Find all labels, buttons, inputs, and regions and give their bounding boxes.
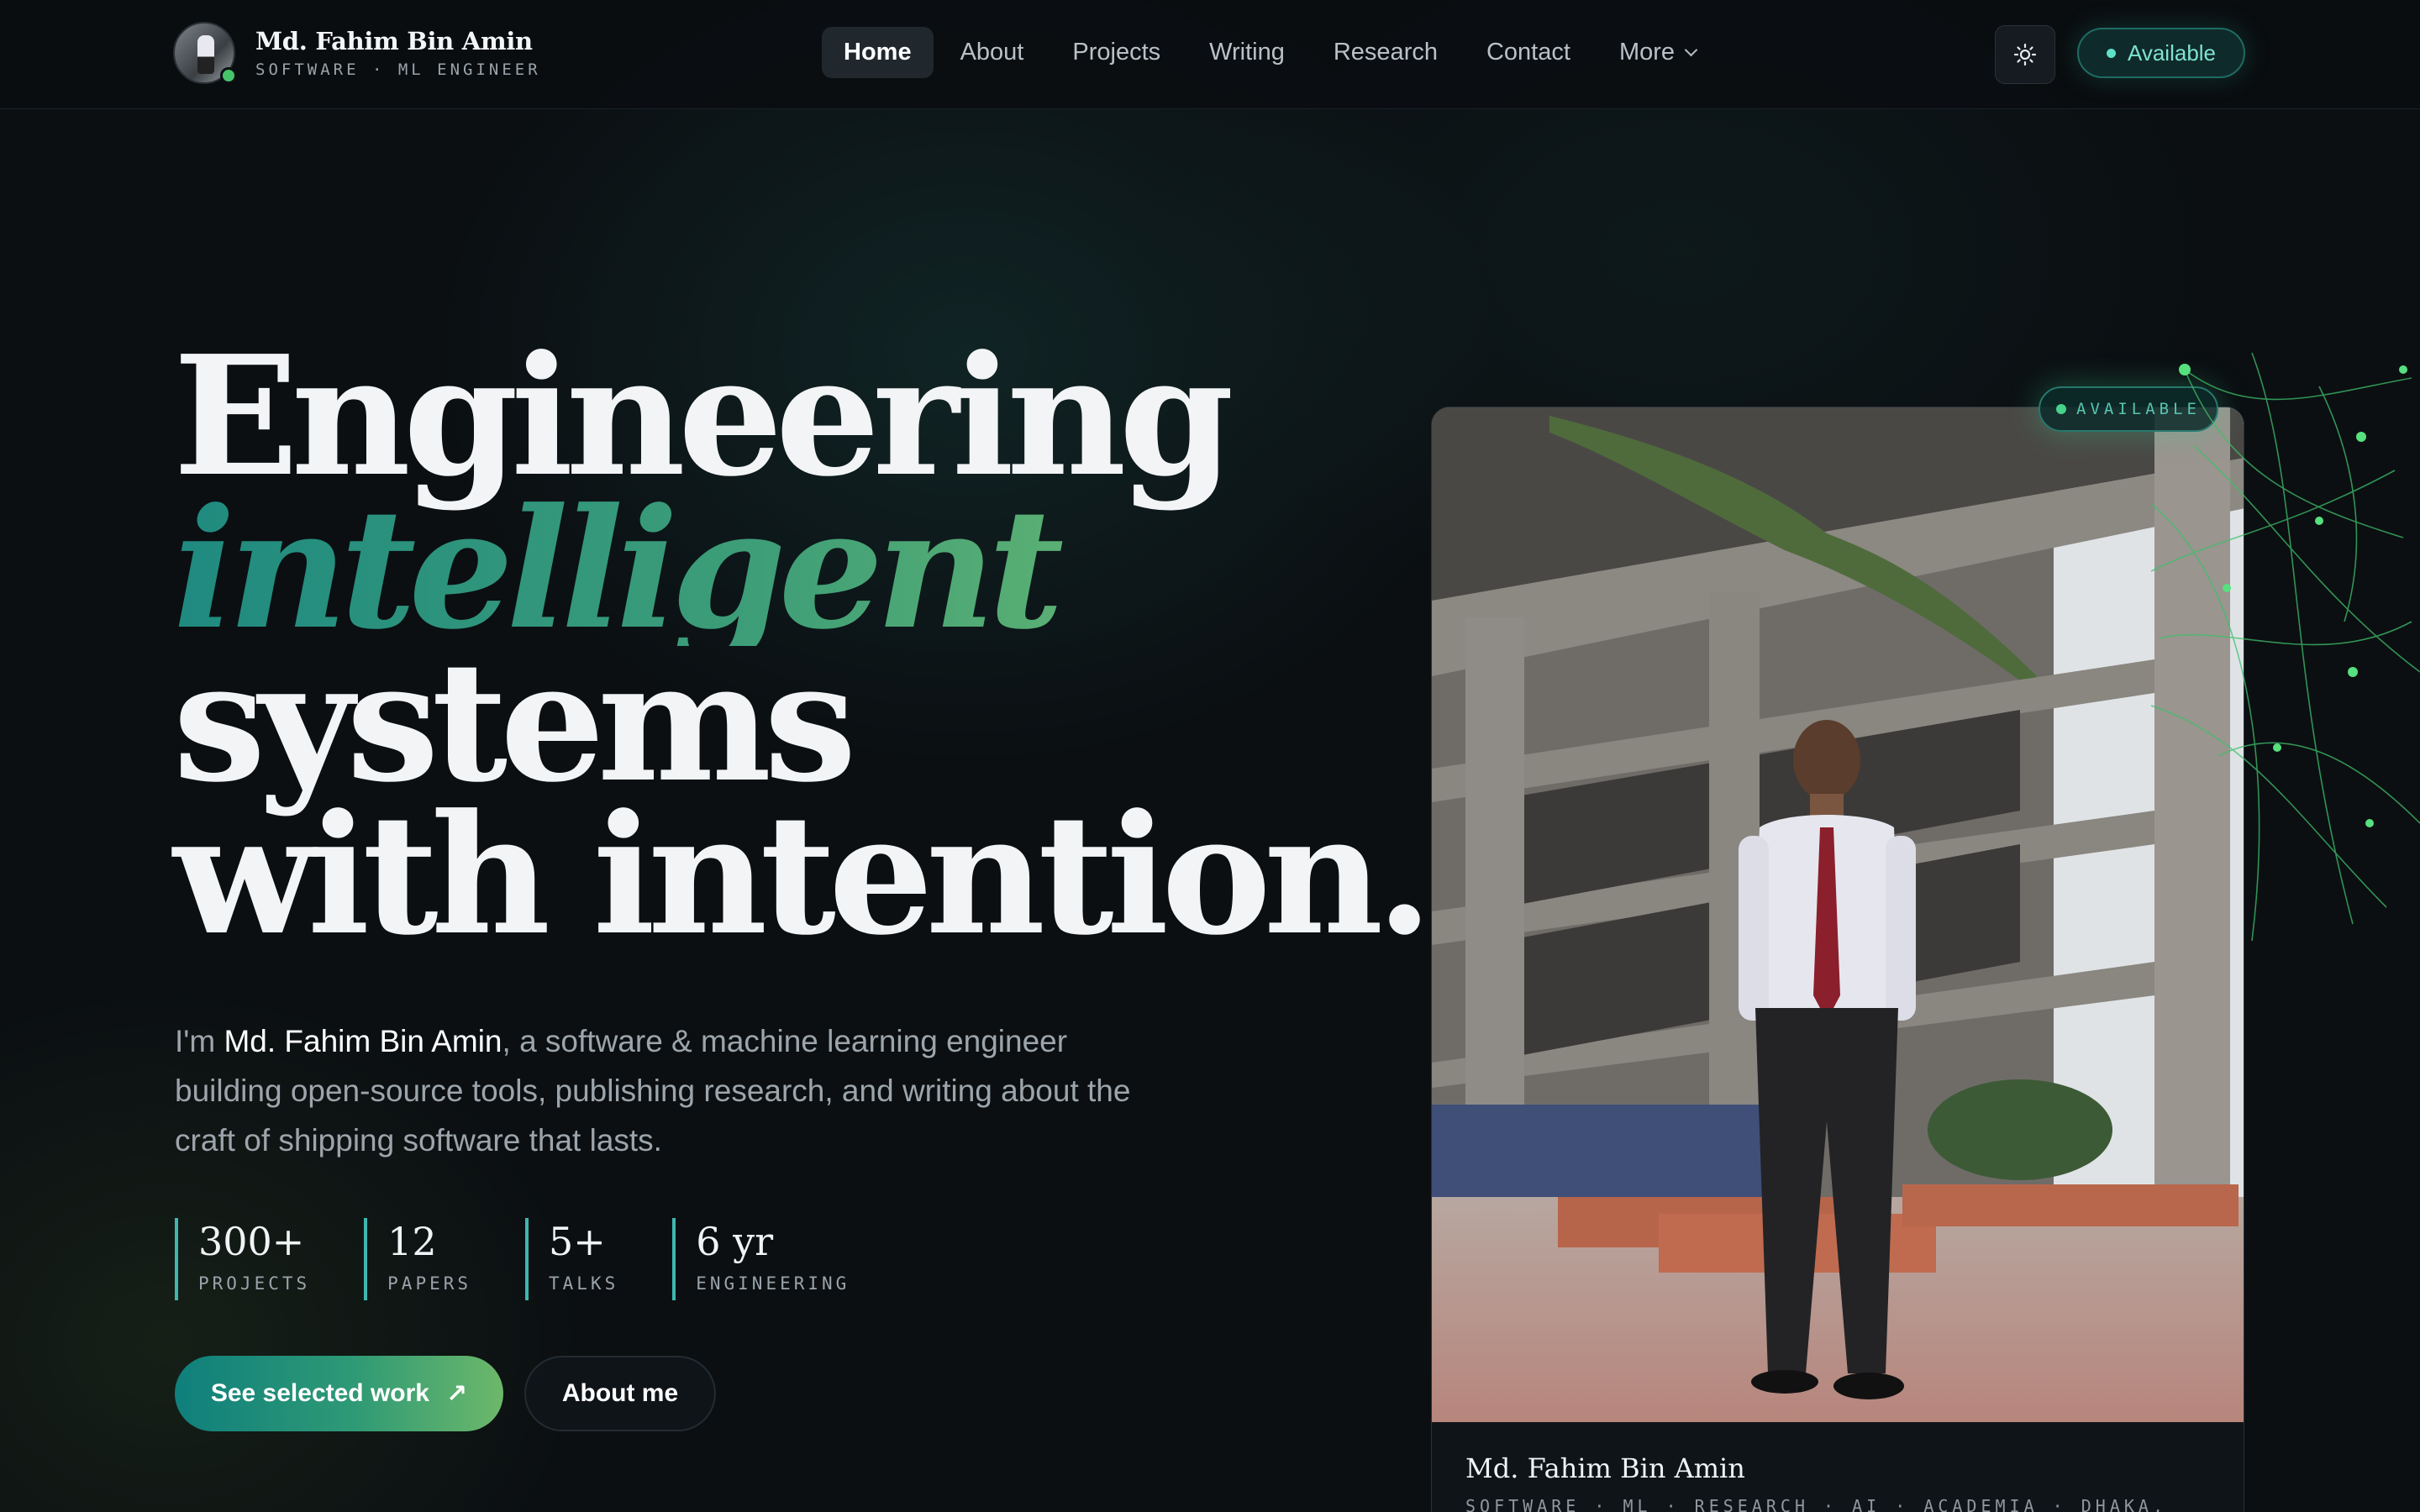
stat-label: PAPERS bbox=[387, 1273, 472, 1294]
chevron-down-icon bbox=[1684, 43, 1698, 57]
stat-label: ENGINEERING bbox=[696, 1273, 850, 1294]
status-dot bbox=[2106, 48, 2116, 58]
stat-engineering: 6 yr ENGINEERING bbox=[672, 1218, 850, 1300]
intro-name: Md. Fahim Bin Amin bbox=[224, 1024, 502, 1058]
status-dot bbox=[2056, 404, 2067, 414]
nav-about[interactable]: About bbox=[939, 27, 1046, 78]
stat-label: PROJECTS bbox=[198, 1273, 311, 1294]
brand[interactable]: Md. Fahim Bin Amin SOFTWARE · ML ENGINEE… bbox=[173, 22, 541, 84]
stat-value: 6 yr bbox=[696, 1219, 774, 1264]
availability-label: Available bbox=[2127, 39, 2217, 66]
theme-toggle-button[interactable] bbox=[1995, 25, 2055, 84]
brand-name: Md. Fahim Bin Amin bbox=[255, 27, 533, 55]
profile-card-tags: SOFTWARE · ML · RESEARCH · AI · ACADEMIA… bbox=[1465, 1496, 2168, 1512]
stat-value: 300+ bbox=[198, 1219, 305, 1264]
profile-card-footer: Md. Fahim Bin Amin SOFTWARE · ML · RESEA… bbox=[1432, 1422, 2244, 1512]
headline-line-3: systems bbox=[173, 626, 857, 819]
nav-more-label: More bbox=[1618, 39, 1676, 66]
stat-talks: 5+ TALKS bbox=[525, 1218, 618, 1300]
avatar bbox=[173, 22, 237, 84]
headline-line-1: Engineering bbox=[173, 320, 1234, 513]
stats-row: 300+ PROJECTS 12 PAPERS 5+ TALKS 6 yr EN… bbox=[175, 1218, 903, 1300]
see-selected-work-button[interactable]: See selected work ↗ bbox=[175, 1356, 503, 1431]
hero-headline: Engineering intelligent systems with int… bbox=[173, 320, 1434, 972]
profile-card: Md. Fahim Bin Amin SOFTWARE · ML · RESEA… bbox=[1431, 407, 2244, 1512]
cta-primary-label: See selected work bbox=[210, 1379, 429, 1407]
headline-accent-word: intelligent bbox=[173, 487, 1426, 652]
brand-subtitle: SOFTWARE · ML ENGINEER bbox=[255, 60, 541, 79]
hero-intro: I'm Md. Fahim Bin Amin, a software & mac… bbox=[175, 1016, 1166, 1165]
stat-value: 5+ bbox=[549, 1219, 606, 1264]
availability-button[interactable]: Available bbox=[2077, 28, 2245, 78]
headline-line-4: with intention. bbox=[173, 779, 1434, 972]
arrow-up-right-icon: ↗ bbox=[446, 1379, 468, 1408]
sun-icon bbox=[2013, 43, 2037, 66]
neural-network-decoration bbox=[2151, 352, 2420, 942]
main-menu: Home About Projects Writing Research Con… bbox=[822, 27, 1718, 78]
profile-photo bbox=[1432, 407, 2244, 1422]
stat-papers: 12 PAPERS bbox=[364, 1218, 471, 1300]
stat-label: TALKS bbox=[549, 1273, 619, 1294]
nav-home[interactable]: Home bbox=[822, 27, 934, 78]
top-navbar: Md. Fahim Bin Amin SOFTWARE · ML ENGINEE… bbox=[0, 0, 2420, 109]
intro-prefix: I'm bbox=[175, 1024, 224, 1058]
nav-projects[interactable]: Projects bbox=[1050, 27, 1182, 78]
about-me-button[interactable]: About me bbox=[524, 1356, 716, 1431]
nav-research[interactable]: Research bbox=[1312, 27, 1460, 78]
profile-card-name: Md. Fahim Bin Amin bbox=[1465, 1452, 1745, 1484]
stat-value: 12 bbox=[387, 1219, 437, 1264]
nav-contact[interactable]: Contact bbox=[1465, 27, 1592, 78]
nav-more[interactable]: More bbox=[1597, 27, 1718, 78]
online-status-dot bbox=[220, 67, 237, 84]
nav-writing[interactable]: Writing bbox=[1187, 27, 1307, 78]
stat-projects: 300+ PROJECTS bbox=[175, 1218, 310, 1300]
